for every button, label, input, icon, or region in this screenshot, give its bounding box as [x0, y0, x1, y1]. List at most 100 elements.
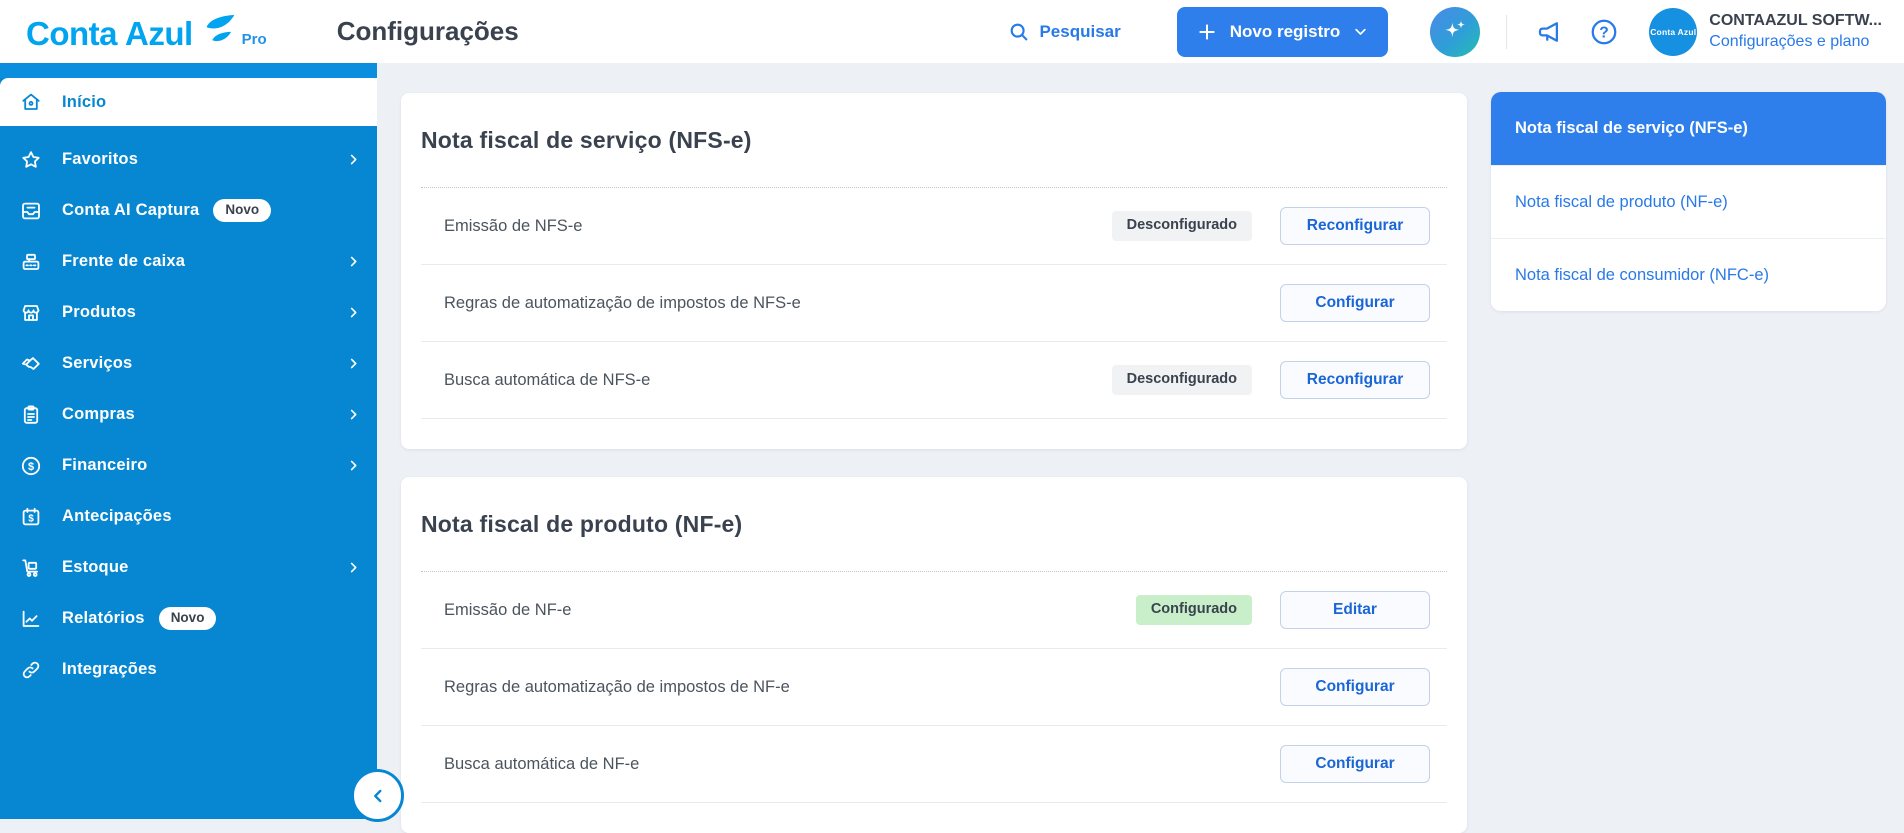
sidebar-item-label: Antecipações [62, 507, 172, 525]
chevron-right-icon [346, 458, 361, 473]
sidebar-item-estoque[interactable]: Estoque [0, 542, 377, 593]
chevron-left-icon [367, 785, 389, 807]
nfe-settings-card: Nota fiscal de produto (NF-e) Emissão de… [401, 477, 1467, 833]
svg-text:?: ? [1599, 24, 1609, 41]
sidebar-item-label: Serviços [62, 354, 133, 372]
inbox-capture-icon [19, 199, 43, 223]
settings-row: Regras de automatização de impostos de N… [421, 265, 1447, 342]
plus-icon [1197, 22, 1217, 42]
main-sidebar: Início Favoritos Conta AI Captura Novo Frent… [0, 63, 377, 819]
reconfigurar-button[interactable]: Reconfigurar [1280, 207, 1430, 245]
new-badge: Novo [158, 607, 217, 630]
avatar: Conta Azul [1649, 7, 1698, 56]
fiscal-nav-item-3[interactable]: Nota fiscal de consumidor (NFC-e) [1491, 238, 1886, 311]
search-icon [1008, 21, 1030, 43]
sidebar-item-label: Integrações [62, 660, 157, 678]
search-label: Pesquisar [1039, 21, 1121, 41]
svg-text:$: $ [28, 461, 34, 473]
sidebar-item-antecipações[interactable]: $ Antecipações [0, 491, 377, 542]
setting-label: Busca automática de NFS-e [444, 370, 651, 389]
settings-row: Busca automática de NFS-e Desconfigurado R… [421, 342, 1447, 419]
account-name: CONTAAZUL SOFTW... [1709, 12, 1882, 29]
nfse-settings-card: Nota fiscal de serviço (NFS-e) Emissão d… [401, 93, 1467, 449]
sidebar-item-frente-de-caixa[interactable]: Frente de caixa [0, 236, 377, 287]
chart-line-icon [19, 607, 43, 631]
logo-pro-label: Pro [241, 31, 267, 48]
configurar-button[interactable]: Configurar [1280, 745, 1430, 783]
new-badge: Novo [213, 199, 272, 222]
sidebar-item-label: Compras [62, 405, 135, 423]
handshake-icon [19, 352, 43, 376]
chevron-right-icon [346, 407, 361, 422]
sidebar-collapse-button[interactable] [351, 769, 404, 822]
settings-row: Busca automática de NF-e Configurar [421, 726, 1447, 803]
account-menu[interactable]: Conta Azul CONTAAZUL SOFTW... Configuraç… [1649, 7, 1882, 56]
sidebar-item-label: Frente de caixa [62, 252, 186, 270]
setting-label: Emissão de NFS-e [444, 216, 583, 235]
account-settings-link[interactable]: Configurações e plano [1709, 33, 1882, 51]
status-badge: Desconfigurado [1111, 365, 1252, 395]
sparkle-icon [1439, 16, 1471, 48]
svg-text:$: $ [28, 513, 34, 524]
chevron-right-icon [346, 560, 361, 575]
card-title: Nota fiscal de serviço (NFS-e) [421, 127, 752, 153]
configurar-button[interactable]: Configurar [1280, 668, 1430, 706]
help-button[interactable]: ? [1585, 13, 1623, 51]
home-icon [19, 90, 43, 114]
settings-row: Regras de automatização de impostos de N… [421, 649, 1447, 726]
sidebar-item-label: Estoque [62, 558, 129, 576]
settings-row: Emissão de NFS-e Desconfigurado Reconfigur… [421, 188, 1447, 265]
sidebar-item-label: Início [62, 92, 107, 111]
announcements-button[interactable] [1531, 13, 1569, 51]
leaf-logo-icon [202, 13, 236, 50]
chevron-down-icon [1353, 24, 1368, 39]
setting-label: Regras de automatização de impostos de N… [444, 677, 790, 696]
configurar-button[interactable]: Configurar [1280, 284, 1430, 322]
sidebar-item-favoritos[interactable]: Favoritos [0, 134, 377, 185]
status-badge: Desconfigurado [1111, 211, 1252, 241]
stock-dolly-icon [19, 556, 43, 580]
settings-row: Emissão de NF-e Configurado Editar [421, 572, 1447, 649]
sidebar-item-label: Financeiro [62, 456, 148, 474]
sidebar-item-compras[interactable]: Compras [0, 389, 377, 440]
new-record-button[interactable]: Novo registro [1176, 6, 1389, 57]
chevron-right-icon [346, 356, 361, 371]
contaazul-logo[interactable]: Conta Azul Pro [26, 13, 267, 50]
sidebar-item-serviços[interactable]: Serviços [0, 338, 377, 389]
chevron-right-icon [346, 305, 361, 320]
sidebar-top-strip [0, 63, 377, 78]
ai-assistant-button[interactable] [1430, 6, 1481, 57]
sidebar-item-label: Relatórios [62, 609, 145, 627]
sidebar-item-conta-ai-captura[interactable]: Conta AI Captura Novo [0, 185, 377, 236]
sidebar-item-início[interactable]: Início [0, 78, 377, 126]
dollar-circle-icon: $ [19, 454, 43, 478]
setting-label: Busca automática de NF-e [444, 754, 640, 773]
sidebar-item-produtos[interactable]: Produtos [0, 287, 377, 338]
status-badge: Configurado [1135, 595, 1252, 625]
clipboard-icon [19, 403, 43, 427]
link-icon [19, 658, 43, 682]
sidebar-item-integrações[interactable]: Integrações [0, 644, 377, 695]
setting-label: Regras de automatização de impostos de N… [444, 293, 801, 312]
reconfigurar-button[interactable]: Reconfigurar [1280, 361, 1430, 399]
card-title: Nota fiscal de produto (NF-e) [421, 511, 743, 537]
question-icon: ? [1589, 17, 1619, 47]
chevron-right-icon [346, 152, 361, 167]
star-icon [19, 148, 43, 172]
megaphone-icon [1535, 17, 1565, 47]
sidebar-item-financeiro[interactable]: $ Financeiro [0, 440, 377, 491]
top-header: Conta Azul Pro Configurações Pesquisar N… [0, 0, 1904, 63]
cash-register-icon [19, 250, 43, 274]
sidebar-item-label: Produtos [62, 303, 137, 321]
logo-text-conta: Conta [26, 15, 118, 52]
fiscal-nav-item-1[interactable]: Nota fiscal de serviço (NFS-e) [1491, 92, 1886, 165]
search-button[interactable]: Pesquisar [1008, 21, 1121, 43]
setting-label: Emissão de NF-e [444, 600, 572, 619]
editar-button[interactable]: Editar [1280, 591, 1430, 629]
fiscal-nav-item-2[interactable]: Nota fiscal de produto (NF-e) [1491, 165, 1886, 238]
sidebar-item-label: Conta AI Captura [62, 201, 200, 219]
sidebar-item-relatórios[interactable]: Relatórios Novo [0, 593, 377, 644]
header-divider [1506, 14, 1508, 49]
calendar-dollar-icon: $ [19, 505, 43, 529]
logo-text-azul: Azul [125, 15, 193, 52]
